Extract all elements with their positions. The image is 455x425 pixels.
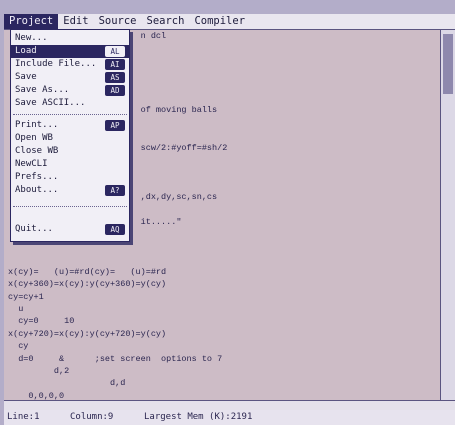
menu-item-close-wb[interactable]: Close WB	[11, 145, 129, 158]
menu-item-open-wb[interactable]: Open WB	[11, 132, 129, 145]
shortcut-badge: AL	[105, 46, 125, 57]
status-line: Line:1	[7, 412, 40, 422]
status-column: Column:9	[70, 412, 114, 422]
shortcut-badge: A?	[105, 185, 125, 196]
menu-search[interactable]: Search	[142, 14, 190, 29]
shortcut-badge: AQ	[105, 224, 125, 235]
shortcut-badge: AI	[105, 59, 125, 70]
shortcut-badge: AD	[105, 85, 125, 96]
menu-source[interactable]: Source	[94, 14, 142, 29]
menu-item-quit[interactable]: Quit... AQ	[11, 223, 129, 236]
menu-item-save-ascii[interactable]: Save ASCII...	[11, 97, 129, 110]
menu-bar: Project Edit Source Search Compiler	[4, 14, 455, 30]
vertical-scrollbar[interactable]	[440, 30, 455, 400]
menu-separator	[13, 206, 127, 207]
menu-separator	[13, 114, 127, 115]
screen: Project Edit Source Search Compiler n dc…	[0, 0, 455, 425]
menu-item-about[interactable]: About... A?	[11, 184, 129, 197]
scroll-thumb[interactable]	[443, 34, 453, 94]
status-bar: Line:1 Column:9 Largest Mem (K):2191	[4, 410, 455, 425]
menu-project[interactable]: Project	[4, 14, 59, 29]
menu-item-new[interactable]: New...	[11, 32, 129, 45]
menu-item-prefs[interactable]: Prefs...	[11, 171, 129, 184]
menu-item-save[interactable]: Save AS	[11, 71, 129, 84]
shortcut-badge: AP	[105, 120, 125, 131]
menu-item-load[interactable]: Load AL	[11, 45, 129, 58]
menu-edit[interactable]: Edit	[58, 14, 93, 29]
project-menu-dropdown: New... Load AL Include File... AI Save A…	[10, 29, 130, 242]
status-memory: Largest Mem (K):2191	[144, 412, 253, 422]
shortcut-badge: AS	[105, 72, 125, 83]
menu-item-print[interactable]: Print... AP	[11, 119, 129, 132]
menu-item-save-as[interactable]: Save As... AD	[11, 84, 129, 97]
menu-compiler[interactable]: Compiler	[189, 14, 250, 29]
menu-item-newcli[interactable]: NewCLI	[11, 158, 129, 171]
menu-item-include-file[interactable]: Include File... AI	[11, 58, 129, 71]
